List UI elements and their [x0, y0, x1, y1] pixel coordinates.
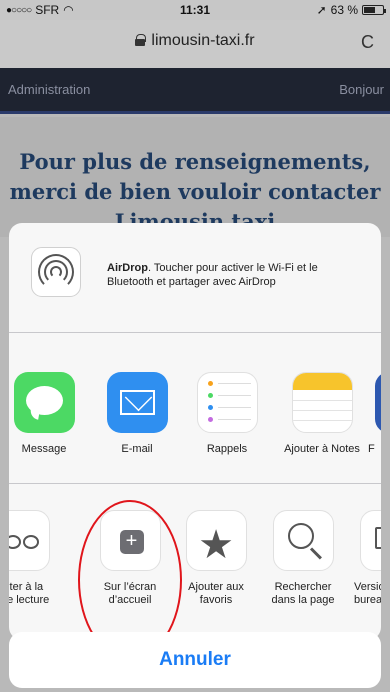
- action-label: Rechercher dans la page: [271, 581, 335, 606]
- messages-icon[interactable]: [13, 372, 75, 433]
- reload-icon[interactable]: C: [361, 32, 374, 53]
- admin-link[interactable]: Administration: [8, 82, 90, 97]
- battery-fill: [364, 7, 376, 13]
- location-icon: ➚: [316, 3, 327, 17]
- battery-percent: 63 %: [330, 3, 358, 17]
- action-find-in-page[interactable]: Rechercher dans la page: [263, 510, 343, 607]
- action-desktop-site[interactable]: Versio bureau: [350, 510, 381, 607]
- heading-line: merci de bien vouloir contacter: [9, 179, 381, 204]
- share-app-message[interactable]: Message: [9, 372, 84, 456]
- mail-icon[interactable]: [106, 372, 168, 433]
- action-bookmark[interactable]: ★ Ajouter aux favoris: [176, 510, 256, 607]
- heading-line: Pour plus de renseignements,: [19, 149, 371, 174]
- airdrop-icon[interactable]: [31, 247, 81, 297]
- reminders-icon[interactable]: [196, 372, 258, 433]
- airdrop-description: AirDrop. Toucher pour activer le Wi-Fi e…: [107, 261, 367, 289]
- share-app-notes[interactable]: Ajouter à Notes: [282, 372, 362, 456]
- share-actions-row: jouter à la te de lecture + Sur l’écran …: [9, 485, 381, 640]
- action-label: Versio bureau: [354, 581, 381, 606]
- app-label: F: [368, 443, 375, 455]
- star-icon[interactable]: ★: [185, 510, 247, 571]
- battery-icon: [362, 5, 386, 15]
- url-field[interactable]: limousin-taxi.fr: [0, 32, 390, 50]
- notes-icon[interactable]: [291, 372, 353, 433]
- airdrop-title: AirDrop: [107, 262, 148, 274]
- share-app-partial[interactable]: F: [365, 372, 381, 456]
- url-text: limousin-taxi.fr: [151, 32, 255, 49]
- greeting-link[interactable]: Bonjour: [339, 82, 384, 97]
- action-label: Ajouter aux favoris: [188, 581, 244, 606]
- app-icon[interactable]: [374, 372, 381, 433]
- airdrop-row[interactable]: AirDrop. Toucher pour activer le Wi-Fi e…: [9, 223, 381, 333]
- share-app-mail[interactable]: E-mail: [97, 372, 177, 456]
- app-label: Message: [21, 443, 67, 455]
- status-bar: ●○○○○ SFR ◠ 11:31 ➚ 63 %: [0, 0, 390, 20]
- app-label: Ajouter à Notes: [284, 443, 360, 455]
- app-label: Rappels: [206, 443, 248, 455]
- lock-icon: [135, 34, 147, 46]
- address-bar[interactable]: limousin-taxi.fr C: [0, 20, 390, 68]
- reading-list-icon[interactable]: [9, 510, 50, 571]
- desktop-icon[interactable]: [359, 510, 381, 571]
- action-label: jouter à la te de lecture: [9, 581, 50, 606]
- action-reading-list[interactable]: jouter à la te de lecture: [9, 510, 59, 607]
- share-sheet: AirDrop. Toucher pour activer le Wi-Fi e…: [9, 223, 381, 640]
- share-apps-row: Message E-mail Rappels Ajouter à Notes F: [9, 334, 381, 484]
- app-label: E-mail: [121, 443, 153, 455]
- share-app-reminders[interactable]: Rappels: [187, 372, 267, 456]
- page-content: Pour plus de renseignements, merci de bi…: [0, 117, 390, 237]
- cancel-button[interactable]: Annuler: [9, 632, 381, 688]
- admin-bar: Administration Bonjour: [0, 68, 390, 114]
- search-icon[interactable]: [272, 510, 334, 571]
